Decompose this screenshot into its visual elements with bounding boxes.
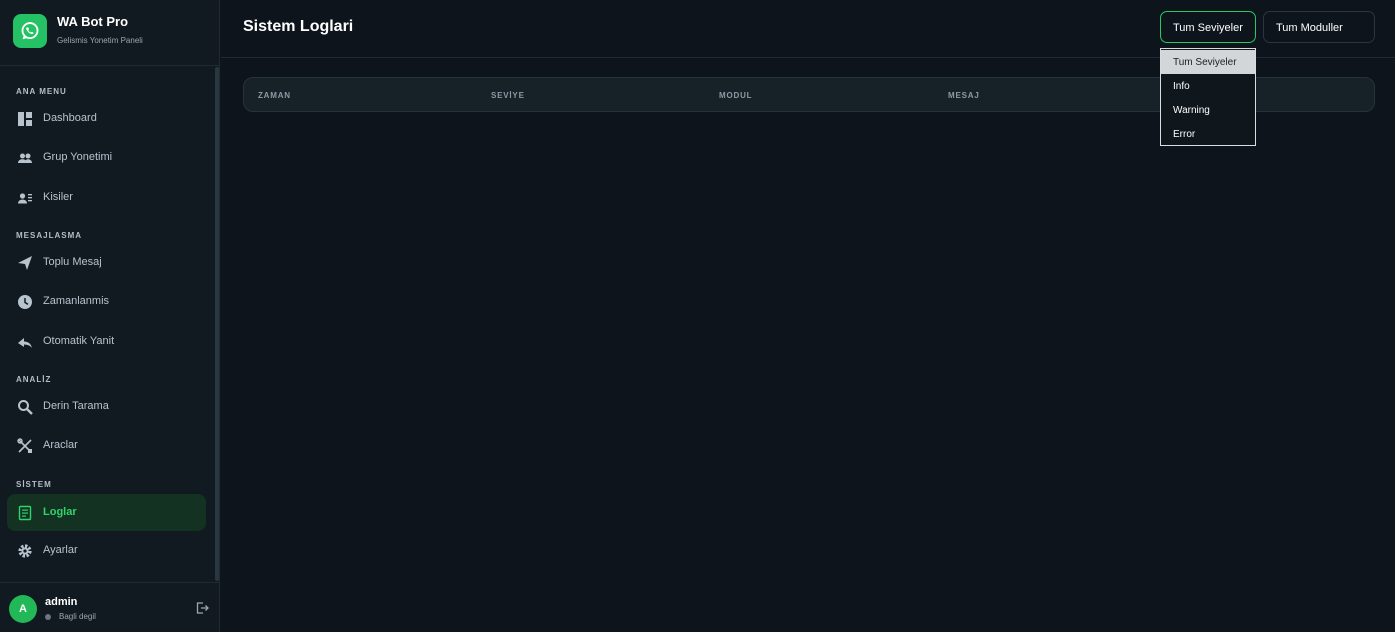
dropdown-option-error[interactable]: Error [1161,122,1255,146]
sidebar-item-label: Ayarlar [43,544,78,556]
gear-icon [17,543,33,559]
whatsapp-logo-icon [13,14,47,48]
sidebar-item-label: Otomatik Yanit [43,335,115,347]
level-filter-select[interactable]: Tum Seviyeler [1160,11,1256,43]
sidebar-item-label: Grup Yonetimi [43,151,113,163]
section-label-analiz: ANALİZ [16,375,52,384]
brand: WA Bot Pro Gelismis Yonetim Paneli [0,0,219,66]
sidebar-item-label: Araclar [43,439,78,451]
send-icon [17,255,33,271]
module-filter-select[interactable]: Tum Moduller [1263,11,1375,43]
sidebar-item-ayarlar[interactable]: Ayarlar [7,532,206,569]
sidebar-item-label: Toplu Mesaj [43,256,102,268]
search-icon [17,399,33,415]
sidebar-item-label: Dashboard [43,112,97,124]
log-icon [17,505,33,521]
sidebar: WA Bot Pro Gelismis Yonetim Paneli ANA M… [0,0,220,632]
brand-title: WA Bot Pro [57,14,129,29]
sidebar-item-otomatik-yanit[interactable]: Otomatik Yanit [7,323,206,360]
avatar: A [9,595,37,623]
contacts-icon [17,190,33,206]
dropdown-option-all-levels[interactable]: Tum Seviyeler [1161,50,1255,74]
user-name: admin [45,596,78,608]
sidebar-scrollbar[interactable] [215,67,219,581]
dropdown-option-warning[interactable]: Warning [1161,98,1255,122]
sidebar-item-label: Loglar [43,506,77,518]
sidebar-item-label: Kisiler [43,191,73,203]
column-header-zaman: ZAMAN [258,91,291,100]
user-panel: A admin Bagli degil [0,582,219,632]
level-filter-dropdown: Tum Seviyeler Info Warning Error [1160,48,1256,146]
sidebar-item-dashboard[interactable]: Dashboard [7,100,206,137]
brand-subtitle: Gelismis Yonetim Paneli [57,36,143,45]
section-label-ana-menu: ANA MENU [16,87,67,96]
page-title: Sistem Loglari [243,18,354,35]
connection-status: Bagli degil [59,612,96,621]
dashboard-icon [17,111,33,127]
sidebar-item-araclar[interactable]: Araclar [7,427,206,464]
sidebar-item-toplu-mesaj[interactable]: Toplu Mesaj [7,244,206,281]
sidebar-item-loglar[interactable]: Loglar [7,494,206,531]
section-label-sistem: SİSTEM [16,480,52,489]
sidebar-item-kisiler[interactable]: Kisiler [7,179,206,216]
sidebar-item-label: Zamanlanmis [43,295,110,307]
sidebar-item-grup-yonetimi[interactable]: Grup Yonetimi [7,139,206,176]
tools-icon [17,438,33,454]
column-header-modul: MODUL [719,91,753,100]
section-label-mesajlasma: MESAJLASMA [16,231,83,240]
status-dot [45,614,51,620]
reply-icon [17,334,33,350]
clock-icon [17,294,33,310]
sidebar-item-derin-tarama[interactable]: Derin Tarama [7,388,206,425]
group-icon [17,150,33,166]
logout-icon[interactable] [195,601,209,615]
column-header-seviye: SEVİYE [491,91,525,100]
dropdown-option-info[interactable]: Info [1161,74,1255,98]
sidebar-item-label: Derin Tarama [43,400,109,412]
column-header-mesaj: MESAJ [948,91,980,100]
sidebar-item-zamanlanmis[interactable]: Zamanlanmis [7,283,206,320]
